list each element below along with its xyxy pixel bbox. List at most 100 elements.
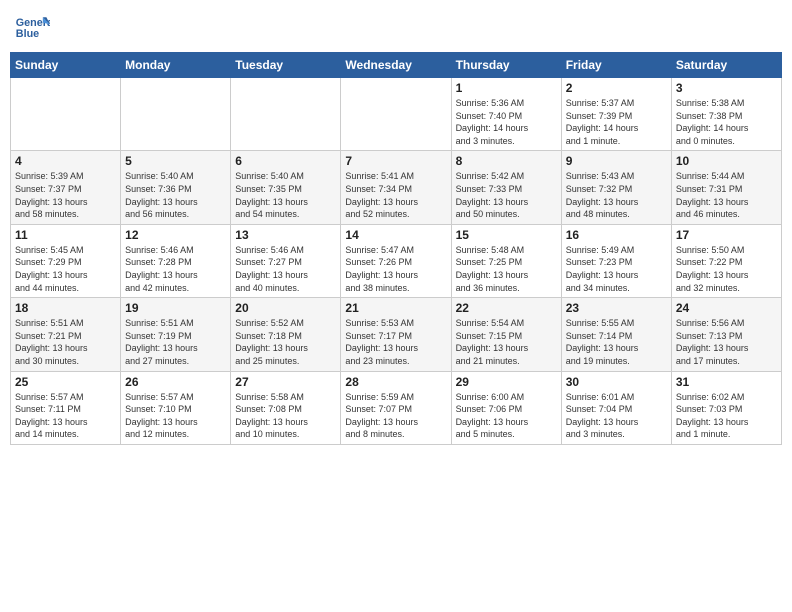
calendar-cell: 3Sunrise: 5:38 AM Sunset: 7:38 PM Daylig… (671, 78, 781, 151)
day-number: 29 (456, 375, 557, 389)
day-info: Sunrise: 5:53 AM Sunset: 7:17 PM Dayligh… (345, 317, 446, 367)
calendar-cell: 31 Sunrise: 6:02 AM Sunset: 7:03 PM Dayli… (671, 371, 781, 444)
day-number: 2 (566, 81, 667, 95)
day-number: 20 (235, 301, 336, 315)
calendar-cell (11, 78, 121, 151)
day-info: Sunrise: 5:41 AM Sunset: 7:34 PM Dayligh… (345, 170, 446, 220)
day-info: Sunrise: 6:00 AM Sunset: 7:06 PM Dayligh… (456, 391, 557, 441)
day-number: 24 (676, 301, 777, 315)
calendar-header-row: SundayMondayTuesdayWednesdayThursdayFrid… (11, 53, 782, 78)
day-info: Sunrise: 5:37 AM Sunset: 7:39 PM Dayligh… (566, 97, 667, 147)
day-of-week-header: Wednesday (341, 53, 451, 78)
calendar-cell: 7 Sunrise: 5:41 AM Sunset: 7:34 PM Daylig… (341, 151, 451, 224)
day-info: Sunrise: 5:57 AM Sunset: 7:10 PM Dayligh… (125, 391, 226, 441)
calendar-cell: 14Sunrise: 5:47 AM Sunset: 7:26 PM Dayli… (341, 224, 451, 297)
calendar-cell: 4Sunrise: 5:39 AM Sunset: 7:37 PM Daylig… (11, 151, 121, 224)
calendar-cell: 10 Sunrise: 5:44 AM Sunset: 7:31 PM Dayli… (671, 151, 781, 224)
calendar-cell: 9 Sunrise: 5:43 AM Sunset: 7:32 PM Daylig… (561, 151, 671, 224)
day-info: Sunrise: 5:45 AM Sunset: 7:29 PM Dayligh… (15, 244, 116, 294)
day-info: Sunrise: 5:55 AM Sunset: 7:14 PM Dayligh… (566, 317, 667, 367)
logo-icon: General Blue (14, 10, 50, 46)
calendar-cell: 13 Sunrise: 5:46 AM Sunset: 7:27 PM Dayli… (231, 224, 341, 297)
day-of-week-header: Sunday (11, 53, 121, 78)
day-of-week-header: Friday (561, 53, 671, 78)
calendar-cell: 25 Sunrise: 5:57 AM Sunset: 7:11 PM Dayli… (11, 371, 121, 444)
day-info: Sunrise: 5:36 AM Sunset: 7:40 PM Dayligh… (456, 97, 557, 147)
day-info: Sunrise: 5:44 AM Sunset: 7:31 PM Dayligh… (676, 170, 777, 220)
day-info: Sunrise: 5:59 AM Sunset: 7:07 PM Dayligh… (345, 391, 446, 441)
day-info: Sunrise: 5:58 AM Sunset: 7:08 PM Dayligh… (235, 391, 336, 441)
day-number: 9 (566, 154, 667, 168)
calendar-cell: 29 Sunrise: 6:00 AM Sunset: 7:06 PM Dayli… (451, 371, 561, 444)
day-info: Sunrise: 5:47 AM Sunset: 7:26 PM Dayligh… (345, 244, 446, 294)
day-info: Sunrise: 5:49 AM Sunset: 7:23 PM Dayligh… (566, 244, 667, 294)
day-number: 25 (15, 375, 116, 389)
day-of-week-header: Thursday (451, 53, 561, 78)
calendar-cell: 16 Sunrise: 5:49 AM Sunset: 7:23 PM Dayli… (561, 224, 671, 297)
day-info: Sunrise: 5:57 AM Sunset: 7:11 PM Dayligh… (15, 391, 116, 441)
day-of-week-header: Saturday (671, 53, 781, 78)
day-number: 4 (15, 154, 116, 168)
day-number: 17 (676, 228, 777, 242)
day-number: 22 (456, 301, 557, 315)
calendar-cell: 5 Sunrise: 5:40 AM Sunset: 7:36 PM Daylig… (121, 151, 231, 224)
calendar-cell: 6 Sunrise: 5:40 AM Sunset: 7:35 PM Daylig… (231, 151, 341, 224)
day-info: Sunrise: 6:02 AM Sunset: 7:03 PM Dayligh… (676, 391, 777, 441)
calendar-cell: 30 Sunrise: 6:01 AM Sunset: 7:04 PM Dayli… (561, 371, 671, 444)
day-info: Sunrise: 5:51 AM Sunset: 7:21 PM Dayligh… (15, 317, 116, 367)
day-number: 12 (125, 228, 226, 242)
calendar-week-row: 1 Sunrise: 5:36 AM Sunset: 7:40 PM Daylig… (11, 78, 782, 151)
day-number: 10 (676, 154, 777, 168)
day-info: Sunrise: 6:01 AM Sunset: 7:04 PM Dayligh… (566, 391, 667, 441)
calendar-cell: 17 Sunrise: 5:50 AM Sunset: 7:22 PM Dayli… (671, 224, 781, 297)
day-info: Sunrise: 5:42 AM Sunset: 7:33 PM Dayligh… (456, 170, 557, 220)
day-number: 18 (15, 301, 116, 315)
day-number: 23 (566, 301, 667, 315)
day-info: Sunrise: 5:46 AM Sunset: 7:27 PM Dayligh… (235, 244, 336, 294)
calendar-table: SundayMondayTuesdayWednesdayThursdayFrid… (10, 52, 782, 445)
calendar-cell: 2 Sunrise: 5:37 AM Sunset: 7:39 PM Daylig… (561, 78, 671, 151)
day-of-week-header: Monday (121, 53, 231, 78)
day-number: 16 (566, 228, 667, 242)
calendar-cell: 27 Sunrise: 5:58 AM Sunset: 7:08 PM Dayli… (231, 371, 341, 444)
day-info: Sunrise: 5:51 AM Sunset: 7:19 PM Dayligh… (125, 317, 226, 367)
day-info: Sunrise: 5:46 AM Sunset: 7:28 PM Dayligh… (125, 244, 226, 294)
day-number: 5 (125, 154, 226, 168)
day-number: 11 (15, 228, 116, 242)
calendar-week-row: 4Sunrise: 5:39 AM Sunset: 7:37 PM Daylig… (11, 151, 782, 224)
day-number: 27 (235, 375, 336, 389)
calendar-cell: 22Sunrise: 5:54 AM Sunset: 7:15 PM Dayli… (451, 298, 561, 371)
day-info: Sunrise: 5:52 AM Sunset: 7:18 PM Dayligh… (235, 317, 336, 367)
day-info: Sunrise: 5:50 AM Sunset: 7:22 PM Dayligh… (676, 244, 777, 294)
day-number: 8 (456, 154, 557, 168)
calendar-cell (341, 78, 451, 151)
day-info: Sunrise: 5:40 AM Sunset: 7:36 PM Dayligh… (125, 170, 226, 220)
day-info: Sunrise: 5:38 AM Sunset: 7:38 PM Dayligh… (676, 97, 777, 147)
day-number: 28 (345, 375, 446, 389)
calendar-cell: 15Sunrise: 5:48 AM Sunset: 7:25 PM Dayli… (451, 224, 561, 297)
day-number: 31 (676, 375, 777, 389)
day-of-week-header: Tuesday (231, 53, 341, 78)
svg-text:Blue: Blue (16, 28, 39, 40)
calendar-week-row: 25 Sunrise: 5:57 AM Sunset: 7:11 PM Dayli… (11, 371, 782, 444)
day-number: 6 (235, 154, 336, 168)
calendar-cell: 12 Sunrise: 5:46 AM Sunset: 7:28 PM Dayli… (121, 224, 231, 297)
calendar-cell: 23 Sunrise: 5:55 AM Sunset: 7:14 PM Dayli… (561, 298, 671, 371)
day-number: 1 (456, 81, 557, 95)
day-info: Sunrise: 5:43 AM Sunset: 7:32 PM Dayligh… (566, 170, 667, 220)
day-number: 7 (345, 154, 446, 168)
day-number: 30 (566, 375, 667, 389)
calendar-cell: 20 Sunrise: 5:52 AM Sunset: 7:18 PM Dayli… (231, 298, 341, 371)
calendar-cell: 19Sunrise: 5:51 AM Sunset: 7:19 PM Dayli… (121, 298, 231, 371)
day-info: Sunrise: 5:56 AM Sunset: 7:13 PM Dayligh… (676, 317, 777, 367)
calendar-cell: 21 Sunrise: 5:53 AM Sunset: 7:17 PM Dayli… (341, 298, 451, 371)
day-number: 21 (345, 301, 446, 315)
calendar-cell: 8 Sunrise: 5:42 AM Sunset: 7:33 PM Daylig… (451, 151, 561, 224)
calendar-cell: 26Sunrise: 5:57 AM Sunset: 7:10 PM Dayli… (121, 371, 231, 444)
page-header: General Blue (10, 10, 782, 46)
calendar-cell (121, 78, 231, 151)
day-number: 13 (235, 228, 336, 242)
day-info: Sunrise: 5:40 AM Sunset: 7:35 PM Dayligh… (235, 170, 336, 220)
calendar-cell: 18 Sunrise: 5:51 AM Sunset: 7:21 PM Dayli… (11, 298, 121, 371)
calendar-week-row: 18 Sunrise: 5:51 AM Sunset: 7:21 PM Dayli… (11, 298, 782, 371)
